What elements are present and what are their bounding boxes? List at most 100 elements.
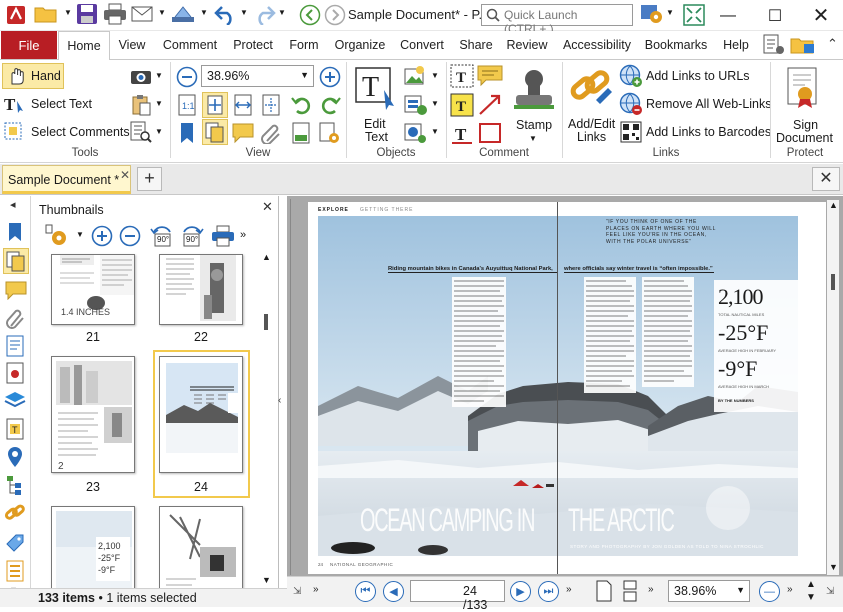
dropdown-icon[interactable]: ▼ [64,8,72,32]
thumbnails-scroll-thumb[interactable] [264,314,268,330]
add-shape-icon[interactable] [404,94,428,116]
forward-icon[interactable] [324,4,346,28]
zoom-level-select[interactable]: 38.96% ▼ [668,580,750,602]
close-document-button[interactable]: ✕ [812,167,840,191]
tab-convert[interactable]: Convert [394,31,450,59]
tab-view[interactable]: View [112,31,152,59]
page-labels-icon[interactable] [290,122,312,144]
tab-close-icon[interactable]: ✕ [120,168,130,182]
tab-accessibility[interactable]: Accessibility [557,31,637,59]
dropdown-icon[interactable]: ▼ [431,127,439,136]
page-settings-icon[interactable] [318,122,340,144]
bookmarks-panel-icon[interactable] [6,222,24,242]
scroll-down-icon[interactable]: ▼ [806,592,816,603]
tab-review[interactable]: Review [503,31,551,59]
document-tab[interactable]: Sample Document * ✕ [2,165,131,194]
dropdown-icon[interactable]: ▼ [155,71,163,80]
thumbnail-page-24[interactable] [159,356,243,473]
chevron-down-icon[interactable]: » [787,584,793,595]
thumbnail-options-gear-icon[interactable] [45,224,69,248]
document-properties-icon[interactable] [762,34,786,56]
rotate-left-icon[interactable] [290,94,314,116]
sticky-note-icon[interactable] [477,64,503,88]
signatures-panel-icon[interactable] [5,362,25,384]
resize-corner-icon[interactable]: ⇲ [826,586,834,597]
destinations-panel-icon[interactable] [5,446,25,468]
zoom-out-button[interactable]: — [759,581,780,602]
dropdown-icon[interactable]: ▼ [431,71,439,80]
dropdown-icon[interactable]: ▼ [240,8,248,32]
thumbnails-panel-icon[interactable] [3,248,29,274]
zoom-out-icon[interactable] [176,66,198,88]
redo-icon[interactable] [252,3,276,27]
panel-arrow-icon[interactable]: ◂ [10,198,16,211]
stamp-button[interactable]: Stamp ▼ [508,62,560,144]
nav-options-icon[interactable]: ⇲ [293,586,301,597]
fields-panel-icon[interactable]: T [5,418,25,440]
dropdown-icon[interactable]: ▼ [278,8,286,32]
dropdown-icon[interactable]: ▼ [666,8,674,32]
thumbnail-page-26[interactable] [159,506,243,592]
scroll-up-icon[interactable]: ▲ [829,200,838,210]
add-path-icon[interactable] [404,122,428,144]
page-number-input[interactable]: 24 /133 [410,580,505,612]
chevron-down-icon[interactable]: » [566,584,572,595]
options-gear-icon[interactable] [640,3,664,27]
add-edit-links-button[interactable]: Add/Edit Links [565,62,617,144]
dropdown-icon[interactable]: ▼ [431,99,439,108]
document-scroll-thumb[interactable] [831,274,835,290]
email-icon[interactable] [131,3,155,27]
thumbnail-print-icon[interactable] [211,225,235,247]
thumbnail-zoom-in-icon[interactable] [91,225,113,247]
tab-file[interactable]: File [1,31,57,59]
more-options-icon[interactable]: » [240,229,246,241]
rotate-pages-right-button[interactable]: 90° [179,224,205,248]
dropdown-icon[interactable]: ▼ [158,8,166,32]
rotate-pages-left-button[interactable]: 90° [149,224,175,248]
dropdown-icon[interactable]: ▼ [155,127,163,136]
collapse-ribbon-icon[interactable]: ⌃ [827,36,838,52]
tab-organize[interactable]: Organize [330,31,390,59]
links-panel-icon[interactable] [4,502,26,524]
sign-document-button[interactable]: Sign Document [772,62,838,145]
fit-width-icon[interactable] [232,94,254,116]
highlight-text-icon[interactable]: T [450,93,474,117]
pdf-page[interactable]: EXPLORE GETTING THERE “IF YOU THINK OF O… [308,202,826,574]
back-icon[interactable] [299,4,321,28]
clipboard-icon[interactable] [130,94,152,116]
add-links-to-urls-button[interactable]: Add Links to URLs [619,64,765,88]
document-scrollbar[interactable] [827,200,839,575]
labels-panel-icon[interactable] [5,534,25,556]
add-links-to-barcodes-button[interactable]: Add Links to Barcodes [619,120,771,144]
actual-size-icon[interactable]: 1:1 [176,94,198,116]
tab-help[interactable]: Help [717,31,755,59]
comments-pane-icon[interactable] [232,122,254,144]
first-page-button[interactable]: ⏮ [355,581,376,602]
fit-visible-icon[interactable] [260,94,282,116]
tab-comment[interactable]: Comment [156,31,224,59]
previous-page-button[interactable]: ◀ [383,581,404,602]
thumbnail-page-23[interactable]: 2 [51,356,135,473]
save-icon[interactable] [76,3,98,27]
minimize-button[interactable]: — [705,0,751,31]
rectangle-tool-icon[interactable] [477,121,503,145]
tab-share[interactable]: Share [455,31,497,59]
chevron-down-icon[interactable]: » [648,584,654,595]
open-folder-icon[interactable] [34,3,58,27]
thumbnails-scrollbar[interactable] [262,254,270,588]
collapse-pane-icon[interactable]: ‹ [278,395,281,406]
snapshot-camera-icon[interactable] [130,66,152,86]
fullscreen-icon[interactable] [683,4,705,28]
add-image-icon[interactable] [404,66,428,88]
edit-text-button[interactable]: T Edit Text [350,62,402,144]
single-page-view-icon[interactable] [596,580,612,602]
scroll-up-icon[interactable]: ▲ [806,579,816,590]
content-panel-icon[interactable] [5,335,25,357]
zoom-select[interactable]: 38.96% ▼ [201,65,314,87]
remove-all-web-links-button[interactable]: Remove All Web-Links [619,92,772,116]
tab-form[interactable]: Form [283,31,325,59]
scroll-up-icon[interactable]: ▲ [262,252,271,262]
find-icon[interactable] [130,121,152,143]
hand-tool-button[interactable]: Hand [2,63,64,89]
thumbnails-close-icon[interactable]: ✕ [262,199,273,215]
